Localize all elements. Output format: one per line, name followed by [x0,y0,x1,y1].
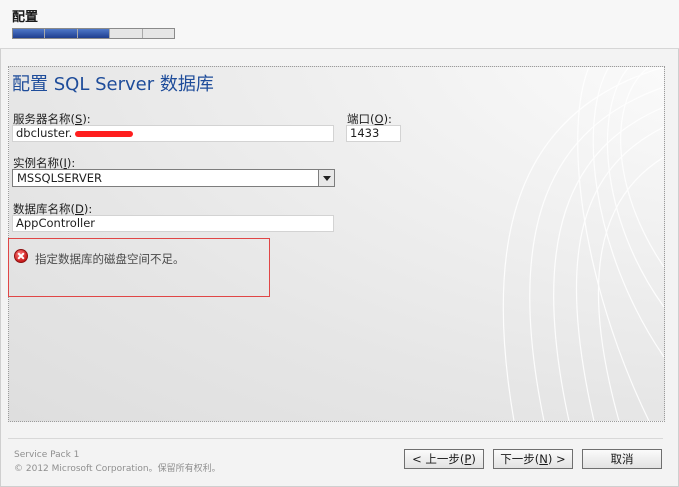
copyright-text: © 2012 Microsoft Corporation。保留所有权利。 [14,464,221,474]
page-title: 配置 SQL Server 数据库 [12,74,214,95]
header-bar: 配置 [0,0,679,49]
stage-title: 配置 [12,10,39,25]
cancel-button[interactable]: 取消 [582,449,662,469]
server-name-field[interactable]: dbcluster. [12,125,334,142]
instance-name-select[interactable]: MSSQLSERVER [12,169,335,187]
next-button[interactable]: 下一步(N) > [493,449,573,469]
progress-segment [143,29,174,38]
progress-segment [13,29,46,38]
back-button[interactable]: < 上一步(P) [404,449,484,469]
error-icon [14,249,28,263]
error-message: 指定数据库的磁盘空间不足。 [35,252,185,266]
progress-segment [45,29,78,38]
service-pack-text: Service Pack 1 [14,450,80,460]
redaction-mark [75,131,133,137]
error-highlight-box [8,238,270,297]
footer-divider [8,438,663,439]
progress-bar [12,28,175,39]
port-field[interactable]: 1433 [346,125,401,142]
progress-segment [77,29,111,38]
database-name-field[interactable]: AppController [12,215,334,232]
progress-segment [110,29,143,38]
chevron-down-icon[interactable] [318,170,334,186]
